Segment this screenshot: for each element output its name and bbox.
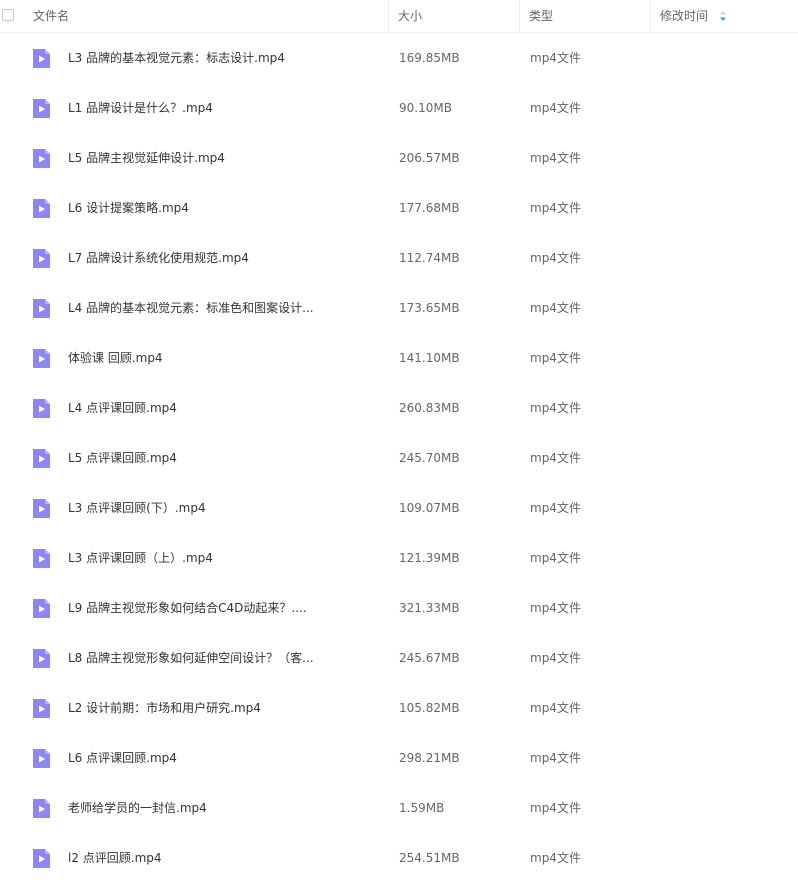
file-name-link[interactable]: L5 品牌主视觉延伸设计.mp4 — [68, 133, 225, 183]
file-type: mp4文件 — [530, 851, 581, 865]
file-size: 254.51MB — [399, 851, 460, 865]
file-name-link[interactable]: L1 品牌设计是什么？.mp4 — [68, 83, 213, 133]
file-row[interactable]: 体验课 回顾.mp4 141.10MB mp4文件 — [0, 333, 798, 383]
file-name-link[interactable]: L2 设计前期：市场和用户研究.mp4 — [68, 683, 261, 733]
file-type: mp4文件 — [530, 201, 581, 215]
video-file-icon — [33, 849, 50, 868]
file-type: mp4文件 — [530, 651, 581, 665]
file-type: mp4文件 — [530, 351, 581, 365]
file-size: 141.10MB — [399, 351, 460, 365]
file-type: mp4文件 — [530, 51, 581, 65]
file-list: L3 品牌的基本视觉元素：标志设计.mp4 169.85MB mp4文件 L1 品牌设… — [0, 33, 798, 883]
file-size: 206.57MB — [399, 151, 460, 165]
file-type: mp4文件 — [530, 301, 581, 315]
file-name-link[interactable]: L5 点评课回顾.mp4 — [68, 433, 177, 483]
file-size: 245.67MB — [399, 651, 460, 665]
file-size: 173.65MB — [399, 301, 460, 315]
file-type: mp4文件 — [530, 101, 581, 115]
file-row[interactable]: L3 品牌的基本视觉元素：标志设计.mp4 169.85MB mp4文件 — [0, 33, 798, 83]
file-type: mp4文件 — [530, 501, 581, 515]
file-name-link[interactable]: L4 点评课回顾.mp4 — [68, 383, 177, 433]
file-name-link[interactable]: L4 品牌的基本视觉元素：标准色和图案设计... — [68, 283, 314, 333]
file-name-link[interactable]: 体验课 回顾.mp4 — [68, 333, 163, 383]
file-size: 1.59MB — [399, 801, 445, 815]
file-name-link[interactable]: L6 点评课回顾.mp4 — [68, 733, 177, 783]
file-name-link[interactable]: L9 品牌主视觉形象如何结合C4D动起来？.... — [68, 583, 307, 633]
file-row[interactable]: L6 设计提案策略.mp4 177.68MB mp4文件 — [0, 183, 798, 233]
column-header-type[interactable]: 类型 — [529, 0, 553, 32]
file-type: mp4文件 — [530, 401, 581, 415]
file-size: 245.70MB — [399, 451, 460, 465]
video-file-icon — [33, 549, 50, 568]
select-all-checkbox[interactable] — [2, 9, 14, 21]
file-row[interactable]: L4 点评课回顾.mp4 260.83MB mp4文件 — [0, 383, 798, 433]
video-file-icon — [33, 149, 50, 168]
video-file-icon — [33, 599, 50, 618]
file-name-link[interactable]: L3 点评课回顾（上）.mp4 — [68, 533, 213, 583]
file-type: mp4文件 — [530, 551, 581, 565]
video-file-icon — [33, 499, 50, 518]
file-type: mp4文件 — [530, 251, 581, 265]
video-file-icon — [33, 249, 50, 268]
column-header-name[interactable]: 文件名 — [33, 0, 69, 32]
file-size: 260.83MB — [399, 401, 460, 415]
file-row[interactable]: L5 品牌主视觉延伸设计.mp4 206.57MB mp4文件 — [0, 133, 798, 183]
video-file-icon — [33, 749, 50, 768]
file-size: 90.10MB — [399, 101, 452, 115]
file-type: mp4文件 — [530, 751, 581, 765]
video-file-icon — [33, 799, 50, 818]
video-file-icon — [33, 699, 50, 718]
column-header-modified-time[interactable]: 修改时间 — [660, 0, 708, 32]
video-file-icon — [33, 349, 50, 368]
file-size: 121.39MB — [399, 551, 460, 565]
file-type: mp4文件 — [530, 601, 581, 615]
video-file-icon — [33, 649, 50, 668]
video-file-icon — [33, 99, 50, 118]
file-name-link[interactable]: L3 点评课回顾(下）.mp4 — [68, 483, 206, 533]
file-list-header: 文件名 大小 类型 修改时间 — [0, 0, 798, 33]
video-file-icon — [33, 399, 50, 418]
file-row[interactable]: L3 点评课回顾（上）.mp4 121.39MB mp4文件 — [0, 533, 798, 583]
column-divider[interactable] — [650, 0, 651, 32]
file-size: 105.82MB — [399, 701, 460, 715]
file-type: mp4文件 — [530, 151, 581, 165]
file-size: 109.07MB — [399, 501, 460, 515]
file-name-link[interactable]: L8 品牌主视觉形象如何延伸空间设计？（客... — [68, 633, 314, 683]
video-file-icon — [33, 199, 50, 218]
file-type: mp4文件 — [530, 701, 581, 715]
file-row[interactable]: L2 设计前期：市场和用户研究.mp4 105.82MB mp4文件 — [0, 683, 798, 733]
file-size: 298.21MB — [399, 751, 460, 765]
sort-descending-icon[interactable] — [719, 10, 727, 22]
file-name-link[interactable]: L7 品牌设计系统化使用规范.mp4 — [68, 233, 249, 283]
file-row[interactable]: L3 点评课回顾(下）.mp4 109.07MB mp4文件 — [0, 483, 798, 533]
file-row[interactable]: L6 点评课回顾.mp4 298.21MB mp4文件 — [0, 733, 798, 783]
file-size: 177.68MB — [399, 201, 460, 215]
file-row[interactable]: l2 点评回顾.mp4 254.51MB mp4文件 — [0, 833, 798, 883]
file-row[interactable]: L9 品牌主视觉形象如何结合C4D动起来？.... 321.33MB mp4文件 — [0, 583, 798, 633]
file-row[interactable]: 老师给学员的一封信.mp4 1.59MB mp4文件 — [0, 783, 798, 833]
file-row[interactable]: L8 品牌主视觉形象如何延伸空间设计？（客... 245.67MB mp4文件 — [0, 633, 798, 683]
file-size: 112.74MB — [399, 251, 460, 265]
file-size: 169.85MB — [399, 51, 460, 65]
file-type: mp4文件 — [530, 801, 581, 815]
file-row[interactable]: L7 品牌设计系统化使用规范.mp4 112.74MB mp4文件 — [0, 233, 798, 283]
file-size: 321.33MB — [399, 601, 460, 615]
column-header-size[interactable]: 大小 — [398, 0, 422, 32]
video-file-icon — [33, 49, 50, 68]
file-row[interactable]: L4 品牌的基本视觉元素：标准色和图案设计... 173.65MB mp4文件 — [0, 283, 798, 333]
file-name-link[interactable]: l2 点评回顾.mp4 — [68, 833, 162, 883]
file-row[interactable]: L1 品牌设计是什么？.mp4 90.10MB mp4文件 — [0, 83, 798, 133]
column-divider[interactable] — [519, 0, 520, 32]
file-name-link[interactable]: 老师给学员的一封信.mp4 — [68, 783, 207, 833]
video-file-icon — [33, 299, 50, 318]
file-row[interactable]: L5 点评课回顾.mp4 245.70MB mp4文件 — [0, 433, 798, 483]
file-name-link[interactable]: L6 设计提案策略.mp4 — [68, 183, 189, 233]
file-type: mp4文件 — [530, 451, 581, 465]
column-divider[interactable] — [388, 0, 389, 32]
video-file-icon — [33, 449, 50, 468]
file-name-link[interactable]: L3 品牌的基本视觉元素：标志设计.mp4 — [68, 33, 285, 83]
